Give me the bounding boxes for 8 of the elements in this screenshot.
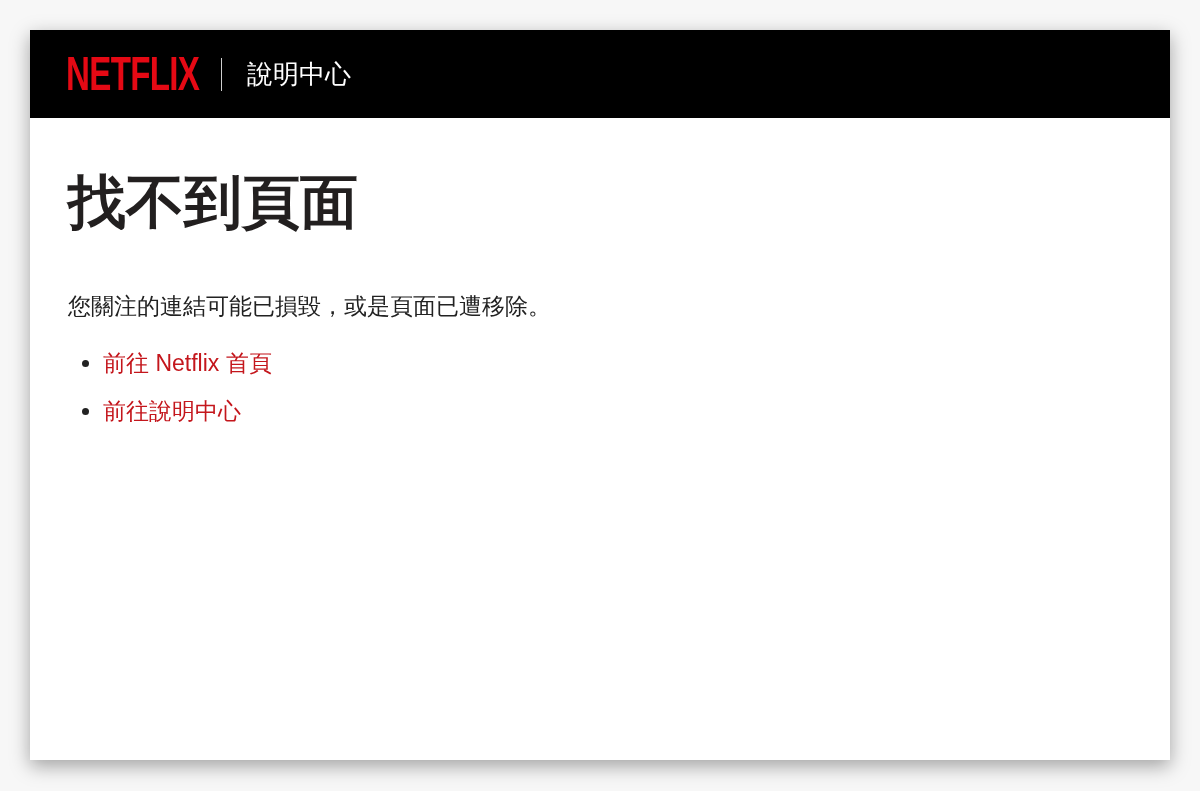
logo[interactable]: NETFLIX <box>66 52 200 96</box>
bullet-icon <box>82 359 89 367</box>
page-heading: 找不到頁面 <box>68 168 358 236</box>
link[interactable]: 前往 Netflix 首頁 <box>103 348 272 378</box>
bullet-icon <box>82 407 89 415</box>
header-title: 說明中心 <box>247 58 351 90</box>
link[interactable]: 前往說明中心 <box>103 396 241 426</box>
message-text: 您關注的連結可能已損毀，或是頁面已遭移除。 <box>68 292 551 321</box>
